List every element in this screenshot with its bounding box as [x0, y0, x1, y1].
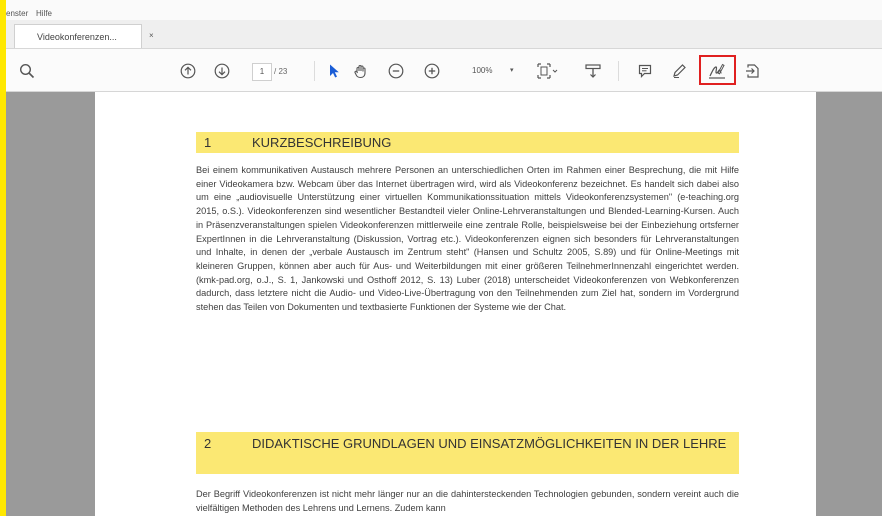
toolbar-divider [314, 61, 315, 81]
comment-icon [638, 64, 652, 78]
search-button[interactable] [16, 61, 38, 81]
menu-bar: enster Hilfe [6, 0, 882, 20]
pdf-viewer-window: enster Hilfe Videokonferenzen... × 1 / 2… [6, 0, 882, 516]
tab-bar: Videokonferenzen... × [6, 20, 882, 49]
section-paragraph: Bei einem kommunikativen Austausch mehre… [196, 165, 739, 313]
hand-icon [354, 64, 366, 79]
section-paragraph: Der Begriff Videokonferenzen ist nicht m… [196, 489, 739, 513]
share-export-icon [746, 64, 759, 78]
scroll-mode-button[interactable] [582, 61, 604, 81]
highlight-box [699, 55, 736, 85]
section-number: 1 [204, 135, 212, 150]
fit-page-button[interactable] [534, 61, 560, 81]
chevron-down-icon: ▾ [510, 67, 514, 74]
tab-close-button[interactable]: × [149, 31, 154, 40]
cursor-arrow-icon [330, 64, 339, 78]
toolbar-divider [618, 61, 619, 81]
plus-circle-icon [424, 63, 440, 79]
document-page: 1 KURZBESCHREIBUNG Bei einem kommunikati… [95, 92, 816, 516]
menu-item-hilfe[interactable]: Hilfe [36, 9, 52, 18]
select-tool-button[interactable] [324, 61, 344, 81]
document-tab[interactable]: Videokonferenzen... [14, 24, 142, 48]
document-tab-title: Videokonferenzen... [37, 32, 117, 42]
share-button[interactable] [742, 61, 764, 81]
arrow-up-circle-icon [180, 63, 196, 79]
comment-button[interactable] [634, 61, 656, 81]
zoom-select[interactable]: 100% ▾ [472, 63, 522, 79]
search-icon [19, 63, 35, 79]
toolbar: 1 / 23 100% ▾ [6, 49, 882, 92]
section-title: DIDAKTISCHE GRUNDLAGEN UND EINSATZMÖGLIC… [252, 436, 727, 451]
highlight-pen-button[interactable] [668, 61, 690, 81]
scroll-mode-icon [585, 64, 601, 78]
zoom-out-button[interactable] [386, 61, 406, 81]
page-total-label: / 23 [274, 67, 288, 76]
previous-page-button[interactable] [178, 61, 198, 81]
menu-item-fenster[interactable]: enster [6, 9, 28, 18]
fit-page-icon [537, 63, 558, 79]
page-number-input[interactable]: 1 [252, 63, 272, 81]
section-number: 2 [204, 436, 212, 451]
section-heading-1: 1 KURZBESCHREIBUNG [196, 132, 739, 153]
zoom-value: 100% [472, 66, 493, 75]
arrow-down-circle-icon [214, 63, 230, 79]
hand-tool-button[interactable] [350, 61, 372, 81]
pen-icon [673, 64, 686, 78]
next-page-button[interactable] [212, 61, 232, 81]
section-title: KURZBESCHREIBUNG [252, 135, 392, 150]
minus-circle-icon [388, 63, 404, 79]
zoom-in-button[interactable] [422, 61, 442, 81]
section-heading-2: 2 DIDAKTISCHE GRUNDLAGEN UND EINSATZMÖGL… [196, 432, 739, 474]
